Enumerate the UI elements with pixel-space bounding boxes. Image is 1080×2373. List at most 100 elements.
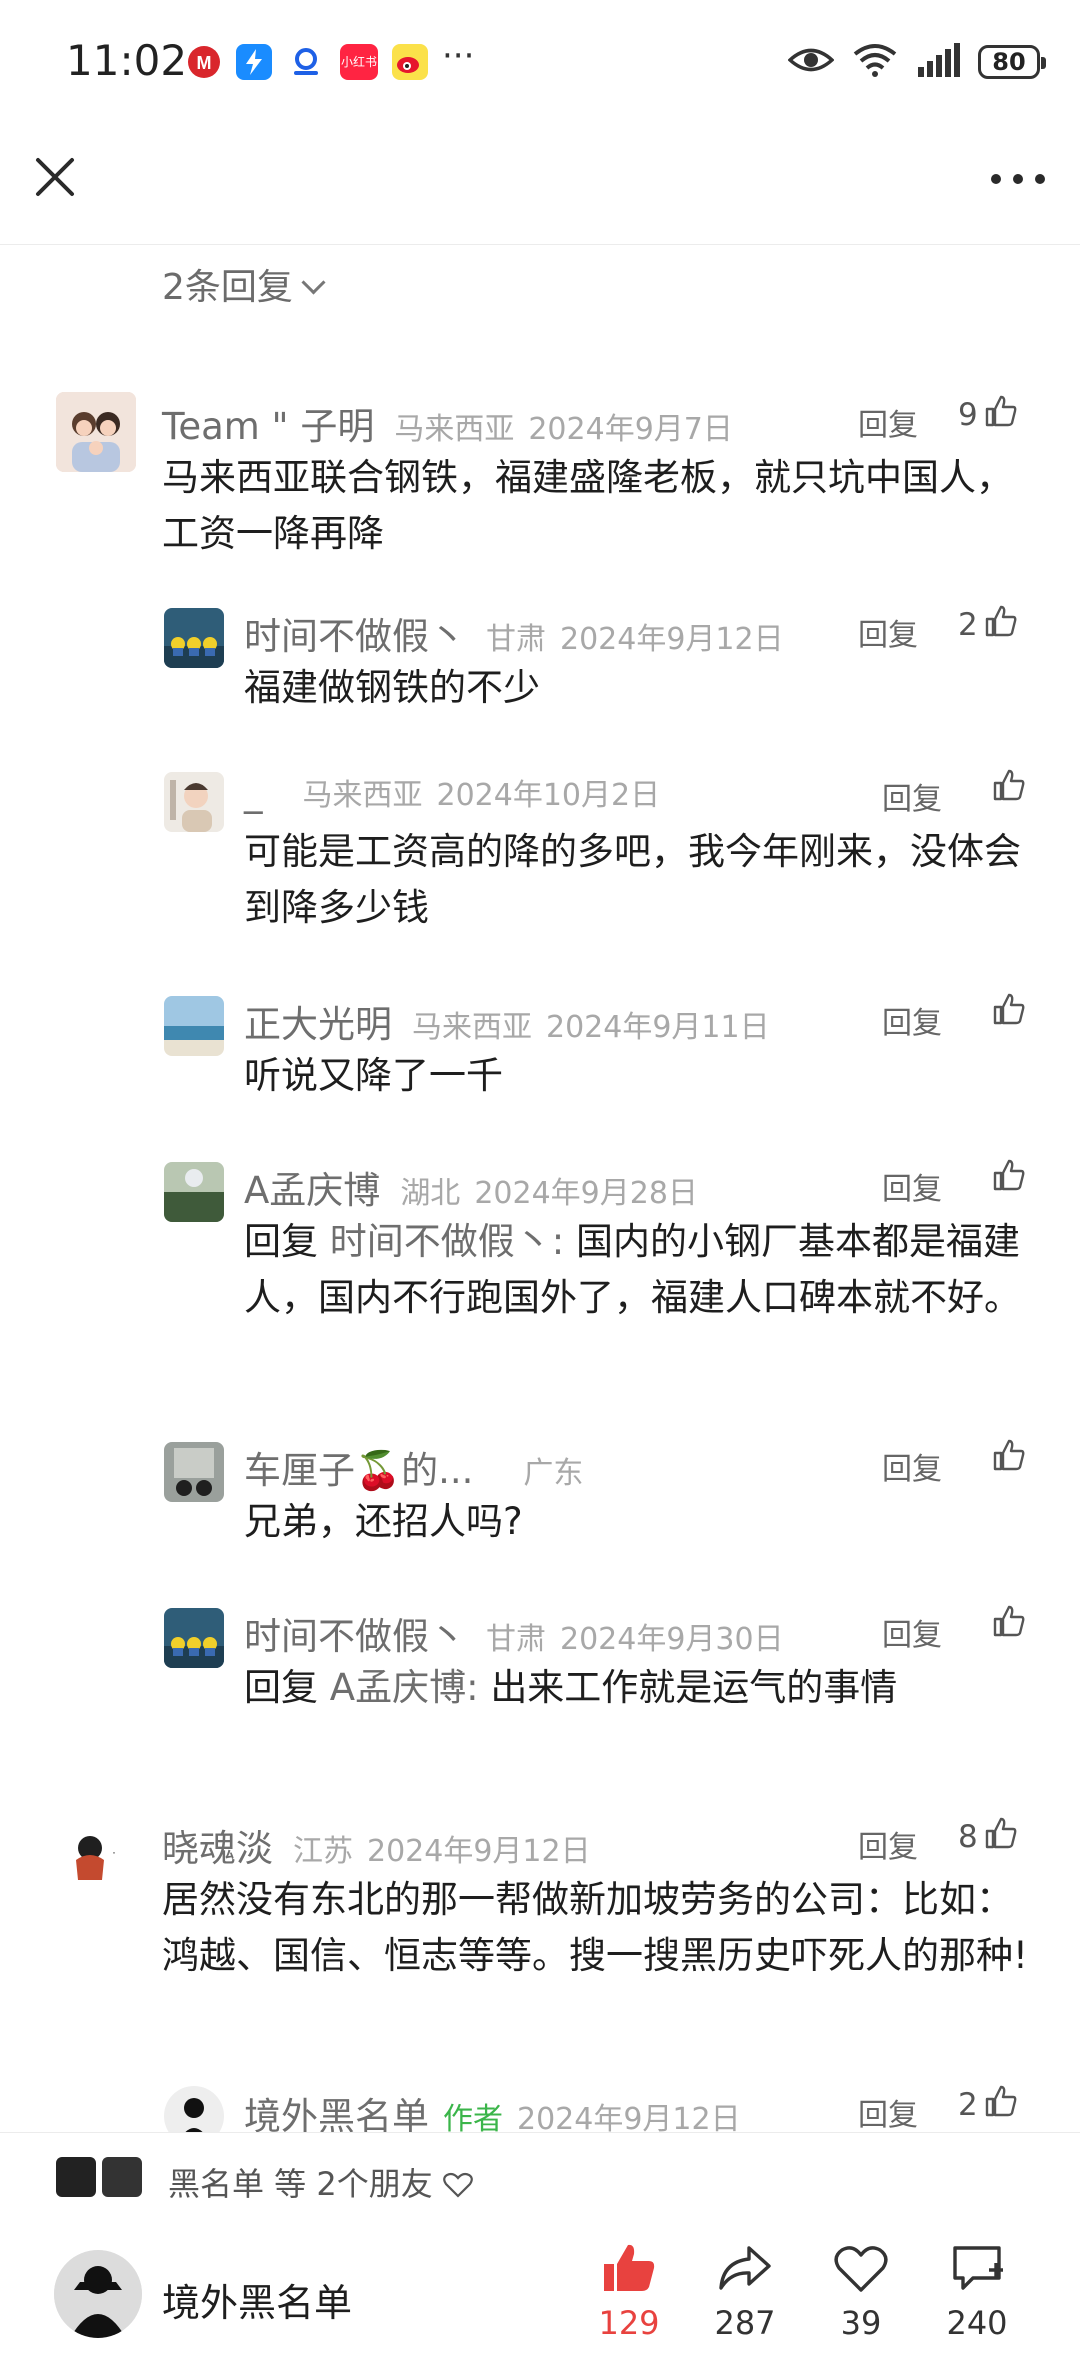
thumbs-up-icon bbox=[978, 394, 1018, 436]
reply-prefix: 回复 bbox=[244, 1220, 318, 1263]
lightning-app-icon bbox=[236, 44, 272, 80]
reply-button[interactable]: 回复 bbox=[882, 1444, 942, 1488]
comment-date: 2024年9月28日 bbox=[474, 1176, 698, 1211]
comment-location: 马来西亚 bbox=[412, 1010, 532, 1045]
comment-button[interactable]: 240 bbox=[932, 2242, 1022, 2342]
like-count: 9 bbox=[958, 397, 978, 433]
collapse-replies-label: 2条回复 bbox=[162, 267, 293, 308]
battery-indicator: 80 bbox=[978, 45, 1046, 79]
map-app-icon bbox=[288, 44, 324, 80]
username[interactable]: 车厘子🍒的... bbox=[244, 1440, 473, 1494]
like-count: 129 bbox=[598, 2304, 660, 2342]
collapse-replies-button[interactable]: 2条回复 bbox=[162, 258, 326, 310]
author-avatar[interactable] bbox=[54, 2250, 142, 2338]
comment-add-icon bbox=[949, 2246, 1005, 2298]
friends-liked-text: 黑名单 等 2个朋友 bbox=[168, 2159, 473, 2205]
comment-location: 甘肃 bbox=[486, 1622, 546, 1657]
reply-prefix: 回复 bbox=[244, 1666, 318, 1709]
thumbs-up-icon bbox=[978, 1816, 1018, 1858]
close-icon[interactable] bbox=[28, 150, 82, 204]
comment-location: 江苏 bbox=[293, 1834, 353, 1869]
comment-location: 甘肃 bbox=[486, 622, 546, 657]
share-button[interactable]: 287 bbox=[700, 2242, 790, 2342]
thumbs-up-icon bbox=[978, 604, 1018, 646]
comment-date: 2024年9月7日 bbox=[528, 412, 733, 447]
like-button[interactable]: 9 bbox=[958, 394, 1018, 436]
avatar[interactable] bbox=[164, 1442, 224, 1502]
favorite-button[interactable]: 39 bbox=[816, 2242, 906, 2342]
like-button[interactable] bbox=[986, 1438, 1026, 1480]
comment-text: 马来西亚联合钢铁，福建盛隆老板，就只坑中国人，工资一降再降 bbox=[162, 456, 1013, 555]
username[interactable]: 正大光明 bbox=[244, 994, 392, 1048]
comment-count: 240 bbox=[946, 2304, 1008, 2342]
thumbs-up-icon bbox=[986, 1158, 1026, 1200]
avatar[interactable] bbox=[164, 772, 224, 832]
avatar[interactable] bbox=[164, 996, 224, 1056]
comment-date: 2024年9月12日 bbox=[517, 2102, 741, 2132]
avatar[interactable] bbox=[56, 392, 136, 472]
comment-location: 广东 bbox=[523, 1456, 584, 1491]
like-button[interactable] bbox=[986, 1158, 1026, 1200]
heart-icon bbox=[443, 2165, 473, 2203]
share-icon bbox=[717, 2246, 773, 2298]
reply-button[interactable]: 回复 bbox=[882, 1610, 942, 1654]
svg-text:·: · bbox=[112, 1845, 116, 1859]
reply-button[interactable]: 回复 bbox=[858, 2090, 918, 2132]
status-time: 11:02 bbox=[66, 36, 188, 85]
comment-text: 居然没有东北的那一帮做新加坡劳务的公司：比如：鸿越、国信、恒志等等。搜一搜黑历史… bbox=[162, 1878, 1028, 1977]
eye-icon bbox=[787, 45, 835, 79]
svg-text:M: M bbox=[197, 53, 212, 73]
avatar[interactable] bbox=[164, 608, 224, 668]
comment-date: 2024年9月11日 bbox=[546, 1010, 770, 1045]
like-button[interactable]: 8 bbox=[958, 1816, 1018, 1858]
avatar[interactable] bbox=[164, 2086, 224, 2132]
thumbs-up-icon bbox=[986, 992, 1026, 1034]
comment-location: 马来西亚 bbox=[394, 412, 515, 447]
username[interactable]: 晓魂淡 bbox=[162, 1818, 273, 1872]
like-count: 2 bbox=[958, 607, 978, 643]
username[interactable]: _ bbox=[244, 771, 263, 814]
thumbs-up-icon bbox=[986, 768, 1026, 810]
avatar[interactable] bbox=[164, 1608, 224, 1668]
like-post-button[interactable]: 129 bbox=[584, 2242, 674, 2342]
favorite-count: 39 bbox=[840, 2304, 882, 2342]
thumbs-up-icon bbox=[986, 1438, 1026, 1480]
like-count: 2 bbox=[958, 2087, 978, 2123]
reply-button[interactable]: 回复 bbox=[882, 774, 942, 818]
like-button[interactable] bbox=[986, 768, 1026, 810]
reply-button[interactable]: 回复 bbox=[858, 610, 918, 654]
reply-to-user[interactable]: A孟庆博: bbox=[330, 1666, 479, 1709]
xiaohongshu-icon: 小红书 bbox=[340, 44, 378, 80]
reply-button[interactable]: 回复 bbox=[882, 1164, 942, 1208]
reply-button[interactable]: 回复 bbox=[858, 400, 918, 444]
username[interactable]: A孟庆博 bbox=[244, 1160, 380, 1214]
author-name[interactable]: 境外黑名单 bbox=[162, 2272, 352, 2327]
bottom-action-bar: 境外黑名单 129 287 39 240 bbox=[0, 2220, 1080, 2373]
like-button[interactable] bbox=[986, 992, 1026, 1034]
reply-button[interactable]: 回复 bbox=[858, 1822, 918, 1866]
username[interactable]: 境外黑名单 bbox=[244, 2086, 429, 2132]
like-button[interactable] bbox=[986, 1604, 1026, 1646]
comment-date: 2024年9月30日 bbox=[560, 1622, 784, 1657]
weibo-icon bbox=[392, 44, 428, 80]
username[interactable]: 时间不做假丶 bbox=[244, 1606, 466, 1660]
username[interactable]: 时间不做假丶 bbox=[244, 606, 466, 660]
page-header bbox=[0, 120, 1080, 245]
more-options-icon[interactable] bbox=[988, 164, 1048, 194]
friends-liked-bar[interactable]: 黑名单 等 2个朋友 bbox=[0, 2132, 1080, 2221]
metro-icon: M bbox=[186, 44, 222, 80]
comment-location: 湖北 bbox=[400, 1176, 461, 1211]
like-button[interactable]: 2 bbox=[958, 604, 1018, 646]
reply-button[interactable]: 回复 bbox=[882, 998, 942, 1042]
avatar[interactable] bbox=[164, 1162, 224, 1222]
like-button[interactable]: 2 bbox=[958, 2084, 1018, 2126]
friend-avatar bbox=[56, 2157, 96, 2197]
reply-to-user[interactable]: 时间不做假丶: bbox=[330, 1220, 564, 1263]
avatar[interactable]: · bbox=[62, 1820, 132, 1890]
chevron-down-icon bbox=[301, 270, 326, 295]
username[interactable]: Team " 子明 bbox=[162, 396, 374, 450]
comment-text: 听说又降了一千 bbox=[244, 1054, 503, 1097]
heart-icon bbox=[833, 2246, 889, 2298]
share-count: 287 bbox=[714, 2304, 776, 2342]
status-bar: 11:02 M 小红书 ··· 80 bbox=[0, 0, 1080, 120]
